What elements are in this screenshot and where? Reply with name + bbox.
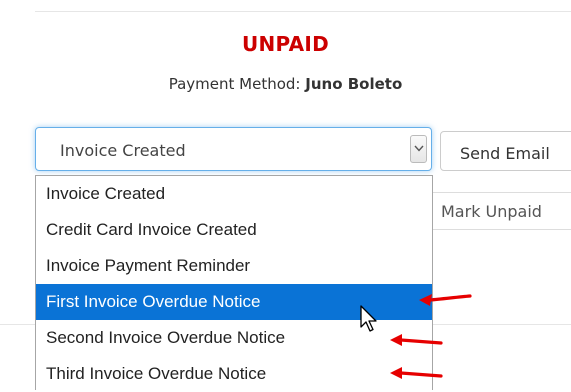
payment-method-value: Juno Boleto xyxy=(305,75,403,93)
option-credit-card-invoice-created[interactable]: Credit Card Invoice Created xyxy=(36,212,432,248)
payment-method-label: Payment Method: xyxy=(168,75,301,93)
mouse-pointer-icon xyxy=(360,305,377,332)
option-invoice-created[interactable]: Invoice Created xyxy=(36,176,432,212)
red-arrow-icon xyxy=(390,334,443,346)
chevron-down-icon[interactable] xyxy=(410,135,427,163)
option-third-invoice-overdue-notice[interactable]: Third Invoice Overdue Notice xyxy=(36,356,432,392)
send-email-label: Send Email xyxy=(460,144,550,163)
email-template-options: Invoice Created Credit Card Invoice Crea… xyxy=(35,175,433,390)
bottom-divider xyxy=(0,324,35,325)
red-arrow-icon xyxy=(390,367,443,379)
invoice-status: UNPAID xyxy=(241,32,330,56)
payment-method: Payment Method: Juno Boleto xyxy=(0,75,571,93)
mark-unpaid-button[interactable]: Mark Unpaid xyxy=(432,192,571,230)
red-arrow-icon xyxy=(419,294,472,306)
bottom-divider-right xyxy=(433,324,571,325)
send-email-button[interactable]: Send Email xyxy=(440,131,571,171)
mark-unpaid-label: Mark Unpaid xyxy=(441,202,542,221)
select-current-value: Invoice Created xyxy=(60,141,186,160)
top-divider xyxy=(35,11,571,12)
email-template-select[interactable]: Invoice Created xyxy=(35,127,432,171)
option-invoice-payment-reminder[interactable]: Invoice Payment Reminder xyxy=(36,248,432,284)
